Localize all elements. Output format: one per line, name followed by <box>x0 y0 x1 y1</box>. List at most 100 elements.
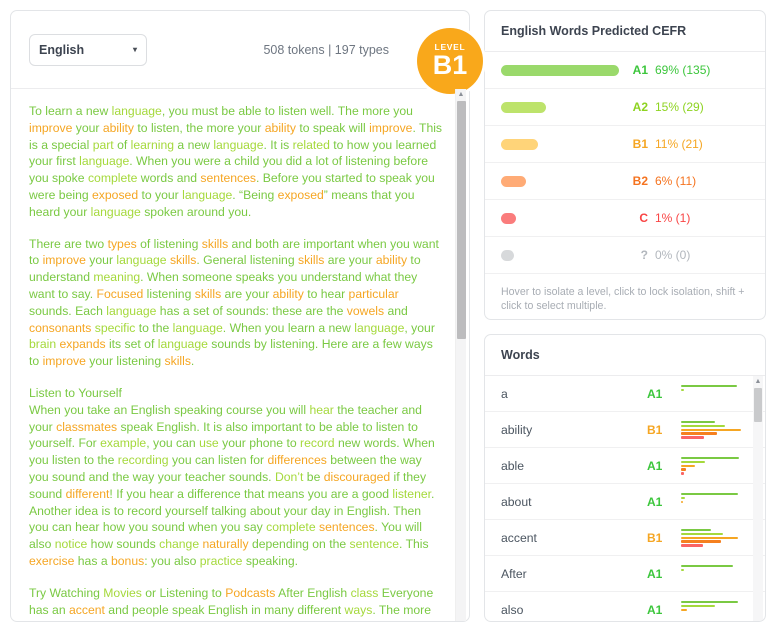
passage-token-b1[interactable]: skills <box>167 253 196 267</box>
passage-token-b1[interactable]: types <box>108 237 137 251</box>
passage-token-a1[interactable]: your listening <box>86 354 165 368</box>
passage-token-a1[interactable]: to listen, the more your <box>134 121 265 135</box>
passage-token-a1[interactable]: be <box>303 470 323 484</box>
passage-token-a1[interactable]: When you take an English speaking course… <box>29 403 309 417</box>
passage-token-a1[interactable]: . When you learn a new <box>223 321 354 335</box>
passage-token-a2[interactable]: language <box>213 138 263 152</box>
language-select[interactable]: English ▾ <box>29 33 147 66</box>
passage-token-b1[interactable]: Focused <box>97 287 144 301</box>
passage-token-a2[interactable]: brain <box>29 337 56 351</box>
passage-token-b1[interactable]: sentences <box>200 171 256 185</box>
cefr-row-a2[interactable]: A2 15% (29) <box>485 89 765 126</box>
passage-token-a1[interactable]: spoken around you. <box>141 205 251 219</box>
passage-token-a1[interactable]: After English <box>275 586 350 600</box>
passage-token-b1[interactable]: expands <box>60 337 106 351</box>
passage-token-a1[interactable]: are your <box>221 287 272 301</box>
passage-token-b1[interactable]: accent <box>69 603 105 617</box>
word-row[interactable]: accent B1 <box>485 520 765 557</box>
passage-token-b1[interactable]: skills <box>195 287 221 301</box>
passage-token-b1[interactable]: ability <box>376 253 407 267</box>
passage-token-a1[interactable]: , you can <box>146 436 199 450</box>
passage-token-a2[interactable]: hear <box>309 403 333 417</box>
passage-token-b1[interactable]: ability <box>273 287 304 301</box>
passage-token-a2[interactable]: sentence <box>350 537 399 551</box>
passage-token-b1[interactable]: discouraged <box>324 470 390 484</box>
overall-level-badge[interactable]: LEVEL B1 <box>417 28 483 94</box>
passage-token-a2[interactable]: language <box>79 154 129 168</box>
passage-token-a2[interactable]: part <box>93 138 114 152</box>
passage-token-a1[interactable]: to speak will <box>296 121 369 135</box>
passage-token-a1[interactable]: your <box>86 253 116 267</box>
passage-token-a2[interactable]: example <box>100 436 146 450</box>
passage-token-a2[interactable]: change <box>159 537 199 551</box>
passage-token-b1[interactable]: exposed <box>278 188 324 202</box>
passage-token-a1[interactable]: or Listening to <box>142 586 225 600</box>
passage-token-a2[interactable]: meaning <box>93 270 140 284</box>
word-row[interactable]: After A1 <box>485 556 765 593</box>
passage-token-a2[interactable]: use <box>199 436 219 450</box>
passage-token-a2[interactable]: Don’t <box>275 470 303 484</box>
passage-token-a1[interactable]: of <box>114 138 131 152</box>
passage-token-a2[interactable]: speakers <box>190 619 239 621</box>
cefr-row-c[interactable]: C 1% (1) <box>485 200 765 237</box>
passage-token-a2[interactable]: notice <box>55 537 88 551</box>
passage-token-a2[interactable]: listener <box>392 487 431 501</box>
passage-token-b1[interactable]: skills <box>298 253 324 267</box>
passage-token-a1[interactable]: Listen to Yourself <box>29 386 122 400</box>
passage-token-a1[interactable]: you can listen for <box>169 453 268 467</box>
word-row[interactable]: about A1 <box>485 484 765 521</box>
passage-token-a1[interactable]: yourself to <box>91 619 154 621</box>
passage-token-a2[interactable]: related <box>293 138 330 152</box>
passage-token-a1[interactable]: to hear <box>304 287 349 301</box>
passage-token-a1[interactable]: There are two <box>29 237 108 251</box>
passage-token-a2[interactable]: language <box>354 321 404 335</box>
passage-token-a2[interactable]: learning <box>131 138 174 152</box>
passage-token-a1[interactable]: depending on the <box>249 537 350 551</box>
passage-token-a2[interactable]: language <box>91 205 141 219</box>
passage-token-a1[interactable]: . This <box>399 537 429 551</box>
passage-token-b1[interactable]: exposed <box>92 188 138 202</box>
passage-token-a2[interactable]: specific <box>95 321 136 335</box>
passage-token-b1[interactable]: skills <box>165 354 191 368</box>
passage-token-c[interactable]: expose <box>52 619 91 621</box>
passage-token-b1[interactable]: consonants <box>29 321 91 335</box>
passage-token-b1[interactable]: ability <box>103 121 134 135</box>
passage-token-a1[interactable]: and people speak English in many differe… <box>105 603 345 617</box>
passage-token-b1[interactable]: bonus <box>111 554 144 568</box>
passage-token-a2[interactable]: recording <box>118 453 169 467</box>
passage-token-a2[interactable]: class <box>351 586 379 600</box>
passage-token-a2[interactable]: language <box>182 188 232 202</box>
passage-token-a2[interactable]: practice <box>200 554 243 568</box>
passage-token-a1[interactable]: and <box>384 304 407 318</box>
scroll-up-arrow-icon[interactable]: ▲ <box>456 91 466 98</box>
passage-token-a1[interactable]: listening <box>143 287 195 301</box>
passage-token-a1[interactable]: . “Being <box>232 188 277 202</box>
words-scrollbar-thumb[interactable] <box>754 388 762 423</box>
passage-token-a1[interactable]: , your <box>404 321 434 335</box>
passage-token-a1[interactable]: . General listening <box>196 253 298 267</box>
passage-token-a2[interactable]: language <box>158 337 208 351</box>
passage-token-a1[interactable]: speaking. <box>242 554 298 568</box>
passage-token-b1[interactable]: sentences <box>319 520 375 534</box>
passage-token-a1[interactable]: , you must be able to listen well. The m… <box>162 104 413 118</box>
passage-token-b1[interactable]: improve <box>43 354 86 368</box>
passage-token-a2[interactable]: language <box>112 104 162 118</box>
passage-scrollbar-thumb[interactable] <box>457 101 466 339</box>
passage-token-b1[interactable]: improve <box>29 121 72 135</box>
passage-token-a1[interactable]: has a <box>74 554 111 568</box>
passage-token-a1[interactable]: its set of <box>106 337 158 351</box>
passage-token-a1[interactable]: : you also <box>144 554 200 568</box>
passage-token-a2[interactable]: ways <box>345 603 373 617</box>
passage-token-a2[interactable]: language <box>173 321 223 335</box>
cefr-row-b1[interactable]: B1 11% (21) <box>485 126 765 163</box>
passage-token-a2[interactable]: complete <box>88 171 137 185</box>
word-row[interactable]: a A1 <box>485 376 765 413</box>
passage-token-a1[interactable]: your phone to <box>219 436 300 450</box>
passage-token-b1[interactable]: Podcasts <box>225 586 275 600</box>
passage-token-a1[interactable]: . <box>191 354 194 368</box>
passage-token-a2[interactable]: language <box>106 304 156 318</box>
passage-token-b1[interactable]: differences <box>267 453 326 467</box>
passage-token-b1[interactable]: improve <box>43 253 86 267</box>
words-scroll-up-arrow-icon[interactable]: ▲ <box>753 378 763 385</box>
passage-token-a1[interactable]: Try Watching <box>29 586 103 600</box>
